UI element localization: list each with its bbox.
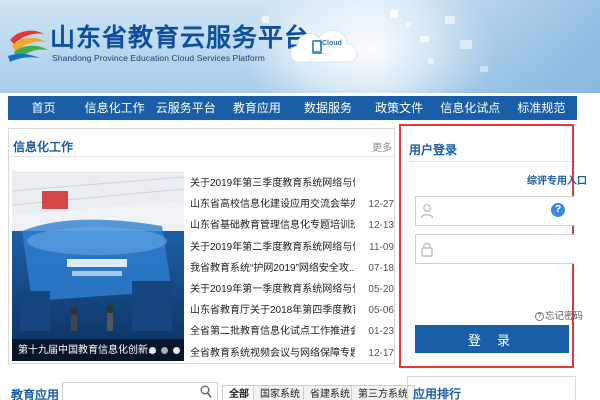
lock-icon (421, 242, 433, 257)
main-nav: 首页 信息化工作 云服务平台 教育应用 数据服务 政策文件 信息化试点 标准规范 (8, 96, 577, 120)
user-icon (420, 204, 434, 219)
filter-tab-national[interactable]: 国家系统 (253, 385, 307, 400)
news-item-date: 12-27 (368, 199, 394, 211)
list-item[interactable]: 山东省高校信息化建设应用交流会举办 12-27 (190, 194, 394, 215)
news-item-date: 12-13 (368, 220, 394, 232)
login-button[interactable]: 登 录 (415, 325, 569, 353)
app-ranking-panel: 应用排行 (407, 376, 576, 400)
slide-caption[interactable]: 第十九届中国教育信息化创新... (18, 341, 156, 356)
slide-dot-2[interactable] (161, 347, 168, 354)
nav-item-data-services[interactable]: 数据服务 (293, 96, 364, 120)
evaluation-entry-link[interactable]: 综评专用入口 (527, 172, 587, 187)
news-item-date: 07-18 (368, 262, 394, 274)
header-banner: 山东省教育云服务平台 Shandong Province Education C… (0, 0, 600, 93)
list-item[interactable]: 全省第二批教育信息化试点工作推进会在淄... 01-23 (190, 321, 394, 342)
search-icon[interactable] (200, 385, 212, 399)
list-item[interactable]: 全省教育系统视频会议与网络保障专题培训... 12-17 (190, 343, 394, 364)
site-subtitle: Shandong Province Education Cloud Servic… (52, 53, 265, 63)
app-ranking-title: 应用排行 (413, 387, 462, 400)
news-more-link[interactable]: 更多 (372, 139, 392, 154)
news-item-title[interactable]: 山东省基础教育管理信息化专题培训班举办 (190, 215, 355, 236)
filter-tab-third-party[interactable]: 第三方系统 (351, 385, 415, 400)
app-search-input[interactable] (67, 385, 197, 400)
news-item-title[interactable]: 山东省教育厅关于2018年第四季度教育... (190, 300, 355, 321)
news-list: 关于2019年第三季度教育系统网络与信... 山东省高校信息化建设应用交流会举办… (190, 173, 394, 364)
login-divider (407, 161, 572, 162)
filter-tab-provincial[interactable]: 省建系统 (303, 385, 357, 400)
news-item-title[interactable]: 全省第二批教育信息化试点工作推进会在淄... (190, 321, 355, 342)
news-item-title[interactable]: 山东省高校信息化建设应用交流会举办 (190, 194, 355, 215)
nav-item-edu-apps[interactable]: 教育应用 (221, 96, 292, 120)
news-item-title[interactable]: 我省教育系统“护网2019”网络安全攻... (190, 258, 355, 279)
logo-icon (8, 30, 48, 62)
cloud-badge-sub: .... (320, 50, 326, 56)
news-item-title[interactable]: 关于2019年第二季度教育系统网络与信... (190, 237, 355, 258)
nav-item-home[interactable]: 首页 (8, 96, 79, 120)
app-search-box[interactable] (62, 382, 218, 400)
news-slideshow[interactable]: 第十九届中国教育信息化创新... (12, 171, 184, 361)
username-input[interactable] (438, 201, 548, 221)
slide-dots (149, 347, 180, 354)
list-item[interactable]: 山东省教育厅关于2018年第四季度教育... 05-06 (190, 300, 394, 321)
slide-photo (12, 171, 184, 361)
nav-item-cloud-platform[interactable]: 云服务平台 (150, 96, 221, 120)
edu-apps-title: 教育应用 (11, 388, 60, 400)
filter-tab-all[interactable]: 全部 (222, 385, 256, 400)
news-item-date: 05-06 (368, 305, 394, 317)
news-item-date: 05-20 (368, 283, 394, 295)
question-circle-icon: ? (535, 311, 544, 321)
username-field-box[interactable]: ? (415, 196, 575, 226)
password-input[interactable] (438, 239, 548, 259)
news-item-title[interactable]: 全省教育系统视频会议与网络保障专题培训... (190, 343, 355, 364)
list-item[interactable]: 我省教育系统“护网2019”网络安全攻... 07-18 (190, 258, 394, 279)
news-item-title[interactable]: 关于2019年第一季度教育系统网络与信... (190, 279, 355, 300)
nav-item-policy[interactable]: 政策文件 (364, 96, 435, 120)
news-panel: 信息化工作 更多 第十九届中国教育信息化创新... 关于2019年第三季度教育系… (8, 128, 395, 364)
list-item[interactable]: 关于2019年第三季度教育系统网络与信... (190, 173, 394, 194)
help-icon[interactable]: ? (551, 203, 565, 217)
forgot-password-label[interactable]: 忘记密码 (545, 311, 583, 322)
news-header: 信息化工作 更多 (9, 129, 394, 157)
login-title: 用户登录 (409, 143, 458, 157)
news-section-title: 信息化工作 (13, 140, 74, 154)
nav-item-pilot[interactable]: 信息化试点 (435, 96, 506, 120)
news-item-date: 01-23 (368, 326, 394, 338)
login-panel: 用户登录 综评专用入口 ? ? 忘记密码 登 录 (399, 124, 587, 368)
news-item-date: 11-09 (369, 241, 394, 253)
password-field-box[interactable] (415, 234, 575, 264)
cloud-badge-word: iCloud (320, 40, 342, 47)
cloud-icon (290, 29, 358, 63)
list-item[interactable]: 关于2019年第二季度教育系统网络与信... 11-09 (190, 237, 394, 258)
list-item[interactable]: 关于2019年第一季度教育系统网络与信... 05-20 (190, 279, 394, 300)
slide-dot-3[interactable] (173, 347, 180, 354)
nav-item-standards[interactable]: 标准规范 (506, 96, 577, 120)
news-item-date: 12-17 (368, 347, 394, 359)
news-item-title[interactable]: 关于2019年第三季度教育系统网络与信... (190, 173, 355, 194)
forgot-password-link[interactable]: ? 忘记密码 (535, 308, 583, 322)
site-title: 山东省教育云服务平台 (50, 23, 311, 52)
list-item[interactable]: 山东省基础教育管理信息化专题培训班举办 12-13 (190, 215, 394, 236)
slide-dot-1[interactable] (149, 347, 156, 354)
nav-item-it-work[interactable]: 信息化工作 (79, 96, 150, 120)
